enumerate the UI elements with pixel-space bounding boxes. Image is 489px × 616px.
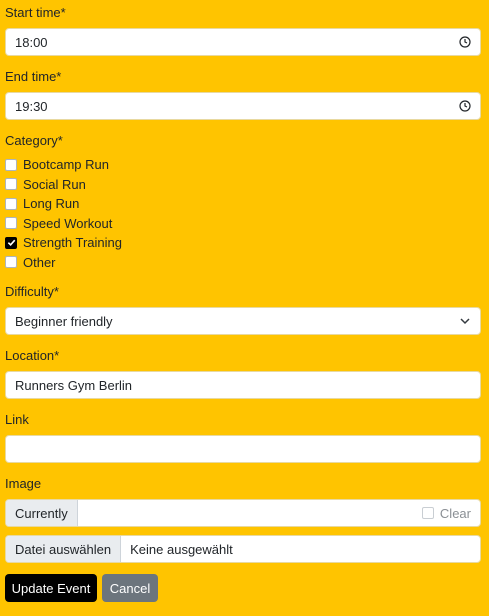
category-option[interactable]: Other (5, 253, 205, 273)
category-option-label: Long Run (23, 196, 80, 212)
category-option[interactable]: Bootcamp Run (5, 155, 205, 175)
chevron-down-icon (460, 318, 470, 325)
checkbox[interactable] (5, 178, 17, 191)
currently-label: Currently (6, 500, 78, 526)
category-option-label: Other (23, 254, 56, 270)
end-time-input[interactable]: 19:30 (5, 92, 481, 120)
start-time-label: Start time* (5, 5, 66, 20)
checkbox[interactable] (5, 197, 17, 210)
file-status: Keine ausgewählt (130, 541, 233, 557)
clear-checkbox[interactable] (421, 507, 434, 519)
category-option-label: Bootcamp Run (23, 157, 109, 173)
category-option[interactable]: Strength Training (5, 233, 205, 253)
location-label: Location* (5, 348, 60, 363)
location-value: Runners Gym Berlin (15, 377, 133, 393)
start-time-value: 18:00 (15, 34, 48, 50)
image-file-input[interactable]: Datei auswählen Keine ausgewählt (5, 535, 481, 563)
clear-checkbox-wrap[interactable]: Clear (421, 500, 480, 526)
checkbox[interactable] (5, 256, 17, 269)
current-image-value (78, 500, 422, 526)
category-option[interactable]: Social Run (5, 175, 205, 195)
category-option[interactable]: Long Run (5, 194, 205, 214)
end-time-label: End time* (5, 69, 62, 84)
difficulty-label: Difficulty* (5, 284, 59, 299)
category-label: Category* (5, 133, 63, 148)
image-current-group: Currently Clear (5, 499, 481, 527)
clock-icon[interactable] (459, 100, 471, 112)
category-option-label: Strength Training (23, 235, 123, 251)
checkmark-icon (7, 239, 15, 247)
clear-label: Clear (439, 505, 471, 521)
update-event-button[interactable]: Update Event (5, 574, 97, 602)
link-label: Link (5, 412, 29, 427)
link-input[interactable] (5, 435, 481, 463)
difficulty-select[interactable]: Beginner friendly (5, 307, 481, 335)
difficulty-value: Beginner friendly (15, 313, 113, 329)
choose-file-button[interactable]: Datei auswählen (6, 536, 122, 562)
location-input[interactable]: Runners Gym Berlin (5, 371, 481, 399)
end-time-value: 19:30 (15, 98, 48, 114)
checkbox[interactable] (5, 217, 17, 230)
category-option-label: Social Run (23, 176, 86, 192)
image-label: Image (5, 476, 42, 491)
cancel-button[interactable]: Cancel (102, 574, 158, 602)
category-list: Bootcamp Run Social Run Long Run Speed W… (5, 155, 205, 272)
clock-icon[interactable] (459, 36, 471, 48)
checkbox[interactable] (5, 158, 17, 171)
category-option-label: Speed Workout (23, 215, 113, 231)
start-time-input[interactable]: 18:00 (5, 28, 481, 56)
checkbox-checked[interactable] (5, 236, 17, 249)
category-option[interactable]: Speed Workout (5, 214, 205, 234)
